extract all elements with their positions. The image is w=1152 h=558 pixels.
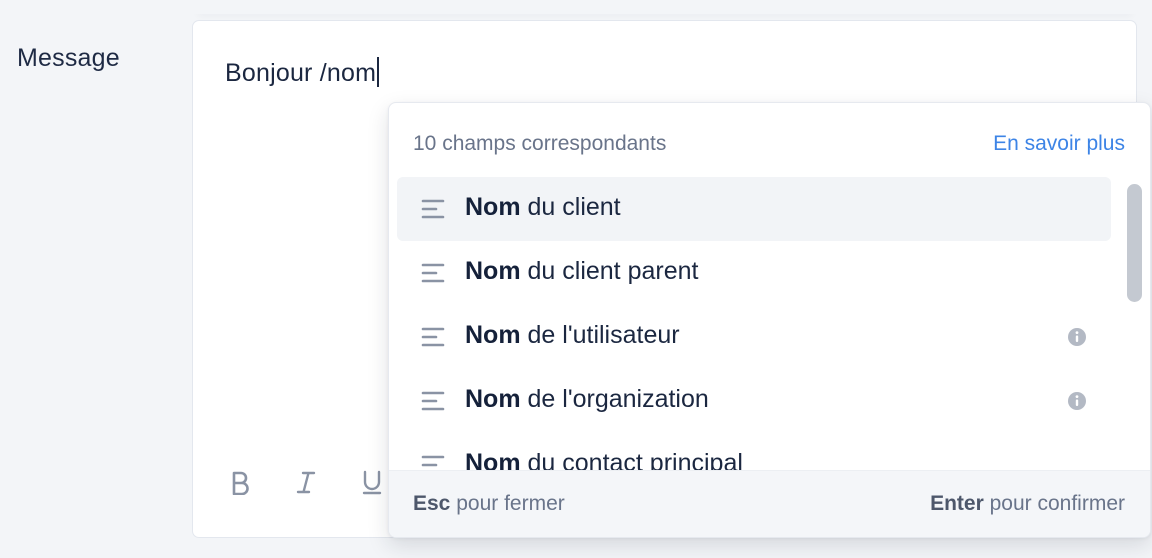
suggestion-label: Nom du contact principal	[465, 449, 743, 470]
suggestion-item-nom-du-client[interactable]: Nom du client	[397, 177, 1111, 241]
message-field-label: Message	[17, 44, 120, 72]
text-lines-icon	[421, 455, 445, 467]
info-icon[interactable]	[1067, 391, 1087, 411]
close-hint: Esc pour fermer	[413, 492, 565, 515]
confirm-hint: Enter pour confirmer	[930, 492, 1125, 515]
suggestion-item-nom-de-l-organization[interactable]: Nom de l'organization	[397, 369, 1111, 433]
message-text: Bonjour /nom	[225, 59, 377, 87]
bold-icon	[232, 471, 249, 495]
suggestions-scrollbar[interactable]	[1124, 177, 1148, 470]
suggestion-item-nom-du-contact-principal[interactable]: Nom du contact principal	[397, 433, 1111, 470]
suggestion-label: Nom du client parent	[465, 257, 699, 285]
underline-button[interactable]	[355, 465, 389, 499]
message-editor-content[interactable]: Bonjour /nom	[225, 57, 380, 88]
suggestion-label: Nom du client	[465, 193, 621, 221]
learn-more-link[interactable]: En savoir plus	[993, 132, 1125, 156]
text-lines-icon	[421, 263, 445, 283]
suggestion-item-nom-du-client-parent[interactable]: Nom du client parent	[397, 241, 1111, 305]
suggestions-list[interactable]: Nom du client Nom du client parent Nom d…	[389, 177, 1124, 470]
text-lines-icon	[421, 327, 445, 347]
scrollbar-thumb[interactable]	[1127, 184, 1142, 302]
text-lines-icon	[421, 391, 445, 411]
text-lines-icon	[421, 199, 445, 219]
suggestion-label: Nom de l'organization	[465, 385, 709, 413]
suggestion-label: Nom de l'utilisateur	[465, 321, 680, 349]
suggestions-footer: Esc pour fermer Enter pour confirmer	[389, 470, 1150, 537]
enter-key-label: Enter	[930, 492, 984, 515]
esc-key-label: Esc	[413, 492, 451, 515]
italic-button[interactable]	[289, 465, 323, 499]
underline-icon	[362, 470, 382, 495]
match-count: 10 champs correspondants	[413, 132, 667, 155]
suggestion-item-nom-de-l-utilisateur[interactable]: Nom de l'utilisateur	[397, 305, 1111, 369]
info-icon[interactable]	[1067, 327, 1087, 347]
italic-icon	[296, 471, 316, 494]
suggestions-header: 10 champs correspondants En savoir plus	[389, 103, 1150, 175]
bold-button[interactable]	[223, 465, 257, 499]
text-caret	[377, 57, 380, 87]
field-suggestions-popup: 10 champs correspondants En savoir plus …	[388, 102, 1151, 538]
previous-field-edge	[192, 0, 1138, 14]
